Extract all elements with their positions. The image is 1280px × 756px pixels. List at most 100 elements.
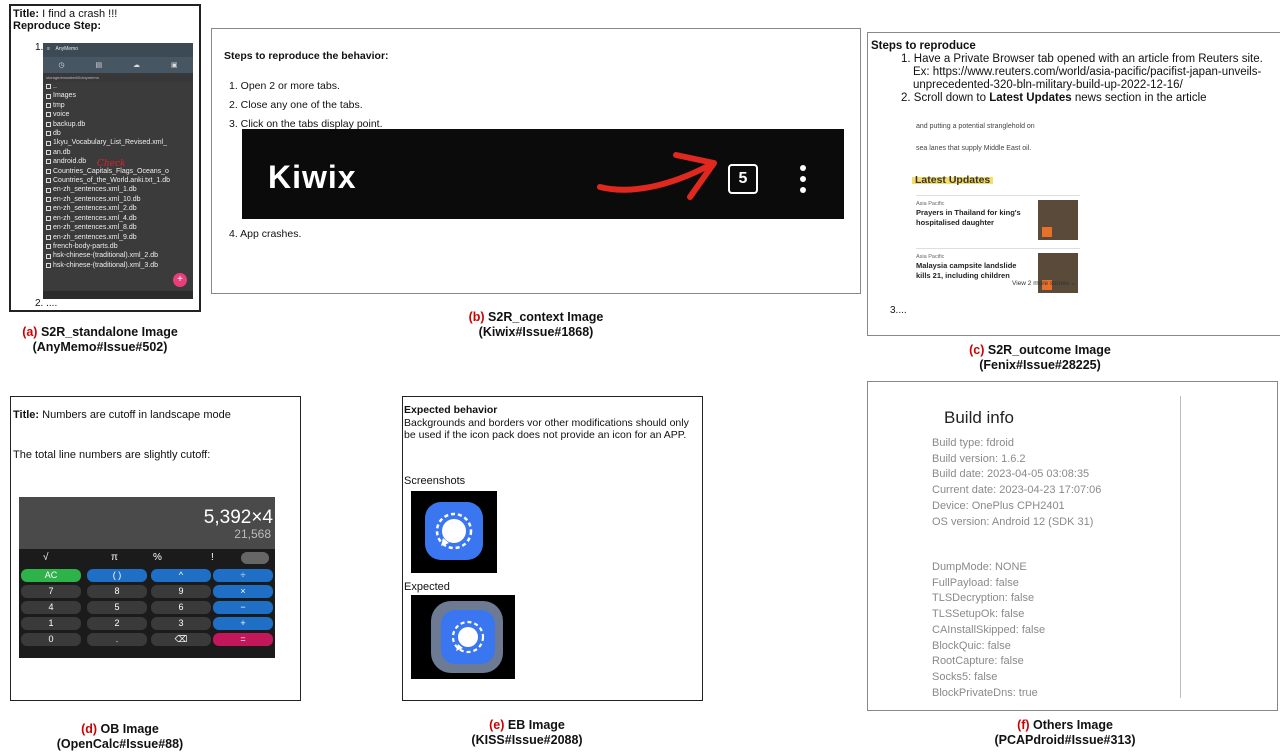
caption-letter: (e): [489, 718, 505, 732]
toolbar: ◷ ▤ ☁ ▣: [43, 57, 193, 73]
file-icon[interactable]: ▤: [95, 61, 102, 69]
file-list-item[interactable]: en-zh_sentences.xml_9.db: [46, 233, 190, 242]
info-line: TLSDecryption: false: [932, 592, 1035, 605]
file-list-item[interactable]: db: [46, 129, 190, 138]
folder-icon: [46, 103, 51, 109]
cloud-icon[interactable]: ☁: [133, 61, 140, 69]
view-more-stories-link[interactable]: View 2 more stories ⌄: [1012, 279, 1076, 287]
calc-key[interactable]: 0: [21, 633, 81, 646]
calc-key[interactable]: 2: [87, 617, 147, 630]
add-fab-button[interactable]: +: [173, 273, 187, 287]
file-list-item[interactable]: hsk-chinese-(traditional).xml_2.db: [46, 251, 190, 260]
caption-source: (KISS#Issue#2088): [471, 733, 583, 747]
file-list-item[interactable]: en-zh_sentences.xml_4.db: [46, 214, 190, 223]
info-line: BlockPrivateDns: true: [932, 686, 1038, 699]
kiwix-logo: Kiwix: [268, 159, 357, 195]
step-item: 2. Close any one of the tabs.: [229, 99, 363, 111]
calc-key[interactable]: AC: [21, 569, 81, 582]
calc-key[interactable]: −: [213, 601, 273, 614]
percent-key[interactable]: %: [153, 552, 162, 563]
factorial-key[interactable]: !: [211, 552, 214, 563]
caption-title: S2R_context Image: [484, 310, 604, 324]
step-item: 1. Have a Private Browser tab opened wit…: [901, 53, 1263, 91]
file-name: hsk-chinese-(traditional).xml_3.db: [53, 261, 159, 269]
calc-key[interactable]: =: [213, 633, 273, 646]
calc-key[interactable]: ^: [151, 569, 211, 582]
file-icon: [46, 197, 51, 203]
file-list-item[interactable]: voice: [46, 110, 190, 119]
expand-key[interactable]: [241, 552, 269, 564]
news-headline[interactable]: Prayers in Thailand for king's hospitali…: [916, 208, 1026, 227]
file-name: 1kyu_Vocabulary_List_Revised.xml_: [53, 139, 168, 147]
calc-key[interactable]: 9: [151, 585, 211, 598]
steps-list: 1. Have a Private Browser tab opened wit…: [871, 53, 1276, 105]
folder-icon: [46, 112, 51, 118]
pi-key[interactable]: π: [111, 552, 118, 563]
file-name: an.db: [53, 148, 71, 156]
calc-key[interactable]: ( ): [87, 569, 147, 582]
step-2-marker: 2. ....: [35, 298, 58, 309]
anymemo-screenshot: ≡ AnyMemo ◷ ▤ ☁ ▣ storage/emulated/0/any…: [43, 43, 193, 299]
panel-f-others: Build info Build type: fdroid Build versi…: [867, 381, 1278, 711]
file-list-item[interactable]: en-zh_sentences.xml_1.db: [46, 185, 190, 194]
calc-key[interactable]: 5: [87, 601, 147, 614]
file-list-item[interactable]: ..: [46, 82, 190, 91]
file-icon: [46, 121, 51, 127]
news-item[interactable]: Asia Pacific Prayers in Thailand for kin…: [916, 195, 1080, 241]
file-icon: [46, 262, 51, 268]
info-line: Socks5: false: [932, 670, 998, 683]
file-icon: [46, 131, 51, 137]
caption-d: (d) OB Image (OpenCalc#Issue#88): [10, 722, 230, 752]
calc-key[interactable]: 4: [21, 601, 81, 614]
tab-count-button[interactable]: 5: [728, 164, 758, 194]
calc-key[interactable]: +: [213, 617, 273, 630]
overflow-menu-icon[interactable]: [800, 165, 806, 198]
function-row: √ π % !: [19, 552, 275, 566]
step-text: 2. Scroll down to: [901, 92, 990, 104]
news-thumbnail[interactable]: [1038, 253, 1078, 293]
file-list-item[interactable]: Countries_of_the_World.anki.txt_1.db: [46, 176, 190, 185]
file-list-item[interactable]: en-zh_sentences.xml_8.db: [46, 223, 190, 232]
file-list-item[interactable]: tmp: [46, 101, 190, 110]
calc-key[interactable]: ×: [213, 585, 273, 598]
caption-letter: (c): [969, 343, 985, 357]
info-line: RootCapture: false: [932, 655, 1024, 668]
news-item[interactable]: Asia Pacific Malaysia campsite landslide…: [916, 248, 1080, 294]
issue-description: The total line numbers are slightly cuto…: [13, 449, 211, 461]
file-list-item[interactable]: an.db: [46, 148, 190, 157]
file-icon: [46, 159, 51, 165]
file-list-item[interactable]: en-zh_sentences.xml_10.db: [46, 195, 190, 204]
file-name: voice: [53, 111, 70, 119]
calc-key[interactable]: .: [87, 633, 147, 646]
caption-f: (f) Others Image (PCAPdroid#Issue#313): [940, 718, 1190, 748]
file-list-item[interactable]: hsk-chinese-(traditional).xml_3.db: [46, 261, 190, 270]
info-line: Build type: fdroid: [932, 437, 1014, 449]
sqrt-key[interactable]: √: [43, 552, 49, 563]
file-icon: [46, 140, 51, 146]
calc-key[interactable]: 1: [21, 617, 81, 630]
step-item: 2. Scroll down to Latest Updates news se…: [901, 92, 1276, 105]
news-headline[interactable]: Malaysia campsite landslide kills 21, in…: [916, 261, 1026, 280]
clock-icon[interactable]: ◷: [58, 61, 64, 69]
divider: [1180, 396, 1181, 698]
file-icon: [46, 187, 51, 193]
reuters-screenshot: and putting a potential stranglehold on …: [912, 121, 1088, 297]
news-thumbnail[interactable]: [1038, 200, 1078, 240]
file-list-item[interactable]: en-zh_sentences.xml_2.db: [46, 204, 190, 213]
save-icon[interactable]: ▣: [171, 61, 178, 69]
file-name: backup.db: [53, 120, 86, 128]
calc-key[interactable]: 8: [87, 585, 147, 598]
file-list-item[interactable]: 1kyu_Vocabulary_List_Revised.xml_: [46, 138, 190, 147]
calc-key[interactable]: 7: [21, 585, 81, 598]
file-list-item[interactable]: Images: [46, 91, 190, 100]
caption-source: (AnyMemo#Issue#502): [32, 340, 168, 354]
calc-key[interactable]: 6: [151, 601, 211, 614]
title-label: Title:: [13, 8, 40, 20]
file-list-item[interactable]: french-body-parts.db: [46, 242, 190, 251]
calc-key[interactable]: ⌫: [151, 633, 211, 646]
calc-key[interactable]: ÷: [213, 569, 273, 582]
calc-key[interactable]: 3: [151, 617, 211, 630]
file-list-item[interactable]: backup.db: [46, 120, 190, 129]
kiwix-toolbar-screenshot: Kiwix 5: [242, 129, 844, 219]
file-name: en-zh_sentences.xml_2.db: [53, 205, 137, 213]
